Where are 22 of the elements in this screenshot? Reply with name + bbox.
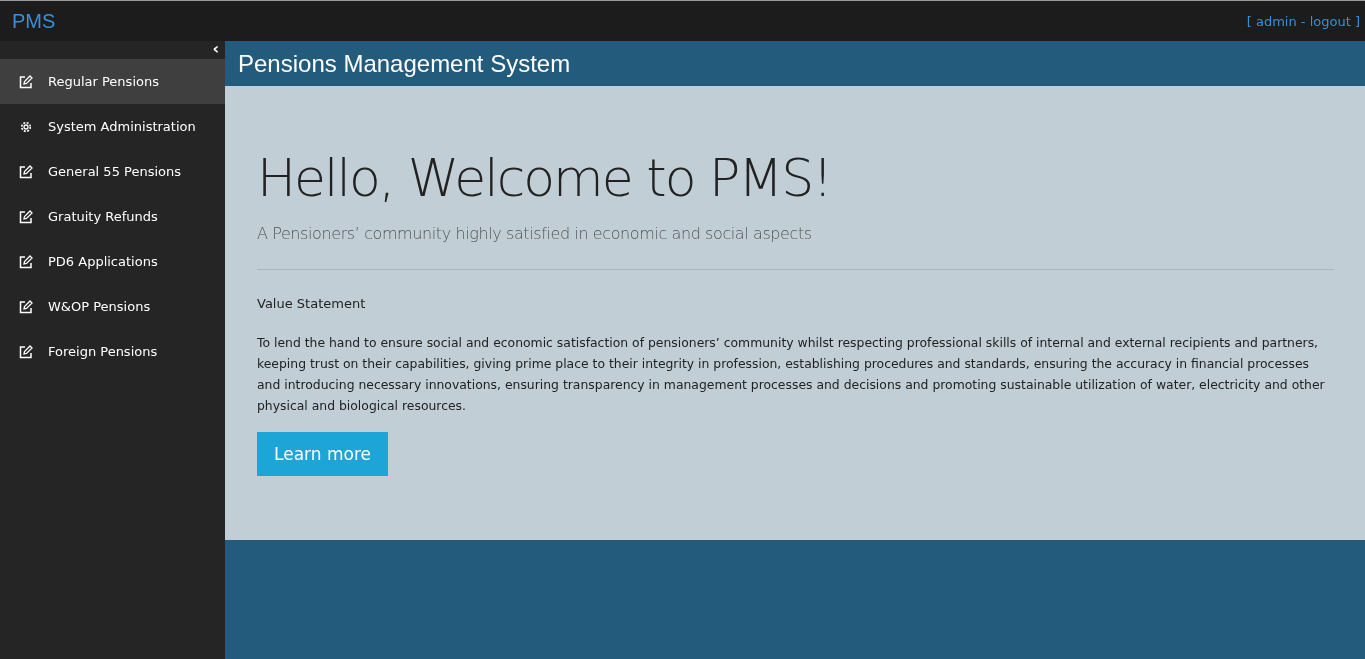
value-statement: To lend the hand to ensure social and economic satisfaction of pensioners’ community whilst respecting professional skills of internal and external recipients and partners, keeping trust on their capabilities, giving prime place to their integrity in profession, establishing procedures and standards, ensuring the accuracy in financial processes and introducing necessary innovations, ensuring transparency in management processes and decisions and promoting sustainable utilization of water, electricity and other physical and biological resources.: [257, 334, 1326, 415]
sidebar-item[interactable]: Regular Pensions: [0, 59, 225, 104]
collapse-button[interactable]: ‹: [212, 41, 219, 59]
brand-link[interactable]: PMS: [12, 9, 56, 33]
settings-icon: [19, 119, 33, 134]
edit-icon: [19, 74, 33, 89]
sidebar-item[interactable]: General 55 Pensions: [0, 149, 225, 194]
section-label: Value Statement: [257, 296, 367, 311]
user-menu-link[interactable]: [ admin - logout ]: [1246, 13, 1360, 29]
sidebar-item[interactable]: Gratuity Refunds: [0, 194, 225, 239]
sidebar-item[interactable]: W&OP Pensions: [0, 284, 225, 329]
edit-icon: [19, 299, 33, 314]
hero-heading: Hello, Welcome to PMS!: [257, 148, 833, 208]
sidebar-item[interactable]: Foreign Pensions: [0, 329, 225, 374]
edit-icon: [19, 344, 33, 359]
sidebar-item[interactable]: System Administration: [0, 104, 225, 149]
edit-icon: [19, 164, 33, 179]
page-title: Pensions Management System: [238, 49, 571, 78]
sidebar-item[interactable]: PD6 Applications: [0, 239, 225, 284]
hero-subheading: A Pensioners’ community highly satisfied in economic and social aspects: [257, 224, 813, 243]
edit-icon: [19, 209, 33, 224]
edit-icon: [19, 254, 33, 269]
